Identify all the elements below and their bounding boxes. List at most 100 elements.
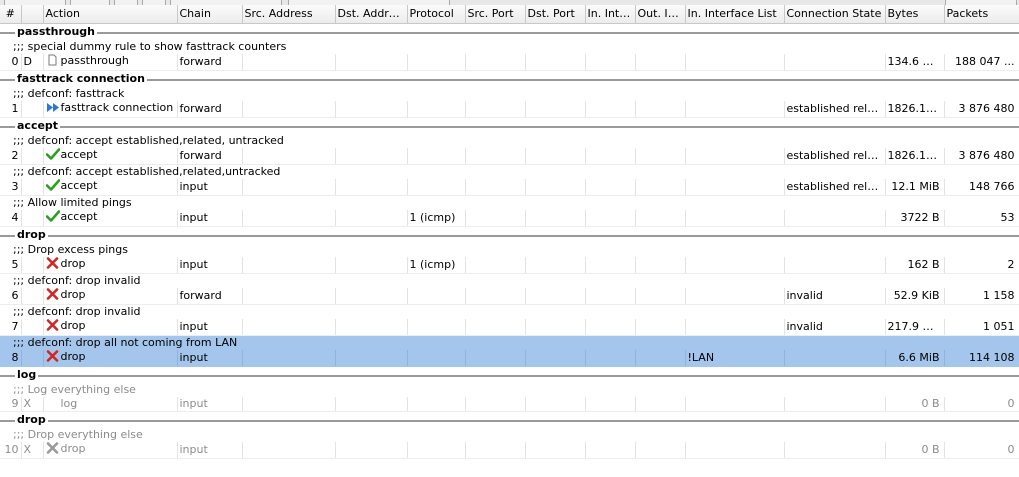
rule-comment-row[interactable]: ;;; Drop everything else: [0, 428, 1019, 442]
table-row[interactable]: 3 accept input established relate... 12.1 Mi…: [0, 179, 1019, 196]
group-header[interactable]: fasttrack connection: [0, 71, 1019, 88]
column-header[interactable]: #: [0, 5, 22, 24]
rule-dst-port: [525, 257, 586, 274]
rule-flag: [21, 319, 44, 336]
rule-comment: ;;; defconf: accept established,related,…: [13, 134, 284, 147]
rule-connection-state: established relate...: [784, 179, 886, 196]
group-header[interactable]: drop: [0, 412, 1019, 429]
rule-dst-address: [335, 179, 408, 196]
rule-comment-row[interactable]: ;;; Allow limited pings: [0, 196, 1019, 211]
rule-comment: ;;; Drop excess pings: [13, 243, 128, 256]
column-header[interactable]: Bytes: [885, 5, 945, 24]
table-row[interactable]: 1 fasttrack connection forward established …: [0, 101, 1019, 118]
rule-in-interface-list: [685, 397, 785, 412]
rule-src-address: [242, 350, 336, 367]
table-row[interactable]: 10 Xdrop input 0 B0: [0, 442, 1019, 459]
rule-comment-row[interactable]: ;;; defconf: drop invalid: [0, 305, 1019, 320]
rule-action-label: log: [60, 397, 78, 410]
rule-comment-row[interactable]: ;;; special dummy rule to show fasttrack…: [0, 40, 1019, 54]
rule-connection-state: established related: [784, 101, 886, 118]
rule-packets: 3 876 480: [944, 101, 1019, 118]
rule-comment-row[interactable]: ;;; Log everything else: [0, 383, 1019, 397]
rule-src-port: [465, 288, 526, 305]
rule-chain: input: [177, 319, 243, 336]
rule-dst-address: [335, 442, 408, 459]
table-row[interactable]: 9 Xlog input 0 B0: [0, 397, 1019, 412]
rule-src-port: [465, 442, 526, 459]
column-header[interactable]: Action: [43, 5, 178, 24]
rule-in-interface-list: [685, 101, 785, 118]
column-header[interactable]: Connection State: [784, 5, 886, 24]
group-header[interactable]: drop: [0, 227, 1019, 244]
rule-packets: 1 158: [944, 288, 1019, 305]
rule-bytes: 1826.1 MiB: [885, 101, 945, 118]
column-header[interactable]: Src. Address: [242, 5, 336, 24]
rule-action-label: accept: [60, 210, 98, 223]
column-header[interactable]: In. Interface List: [685, 5, 785, 24]
rule-comment-row[interactable]: ;;; defconf: accept established,related,…: [0, 134, 1019, 148]
group-label: drop: [15, 413, 48, 427]
rule-protocol: [407, 148, 466, 165]
rule-comment-row[interactable]: ;;; defconf: drop invalid: [0, 274, 1019, 289]
column-header[interactable]: Packets: [944, 5, 1019, 24]
rule-dst-address: [335, 350, 408, 367]
rule-chain: input: [177, 442, 243, 459]
column-header[interactable]: In. Inter...: [585, 5, 636, 24]
column-header[interactable]: Src. Port: [465, 5, 526, 24]
rule-packets: 188 047 ...: [944, 54, 1019, 71]
rule-connection-state: established relate...: [784, 148, 886, 165]
column-header[interactable]: Protocol: [407, 5, 466, 24]
rule-connection-state: [784, 210, 886, 227]
rule-action-label: drop: [60, 442, 86, 455]
rule-action: drop: [43, 442, 178, 459]
rule-number: 3: [0, 179, 22, 196]
group-header[interactable]: passthrough: [0, 24, 1019, 41]
rule-flag: [21, 350, 44, 367]
column-header[interactable]: Dst. Address: [335, 5, 408, 24]
column-header[interactable]: Chain: [177, 5, 243, 24]
group-divider: [0, 420, 1019, 422]
table-body: passthrough;;; special dummy rule to sho…: [0, 24, 1019, 459]
drop-x-icon: [46, 350, 60, 366]
rule-flag: [21, 179, 44, 196]
rule-out-interface: [635, 442, 686, 459]
column-header[interactable]: Out. Int...: [635, 5, 686, 24]
rule-number: 0: [0, 54, 22, 71]
table-row[interactable]: 5 drop input 1 (icmp) 162 B2: [0, 257, 1019, 274]
rule-src-address: [242, 148, 336, 165]
rule-action-label: passthrough: [60, 54, 129, 67]
group-header[interactable]: accept: [0, 118, 1019, 135]
rule-number: 4: [0, 210, 22, 227]
rule-comment-row[interactable]: ;;; defconf: fasttrack: [0, 87, 1019, 101]
rule-chain: input: [177, 257, 243, 274]
group-header[interactable]: log: [0, 367, 1019, 384]
rule-comment-row[interactable]: ;;; defconf: drop all not coming from LA…: [0, 335, 1019, 350]
rule-src-address: [242, 210, 336, 227]
rule-number: 10: [0, 442, 22, 459]
table-row[interactable]: 8 drop input !LAN 6.6 MiB 114 108: [0, 350, 1019, 367]
rule-bytes: 0 B: [885, 397, 945, 412]
rule-packets: 148 766: [944, 179, 1019, 196]
rule-comment-row[interactable]: ;;; Drop excess pings: [0, 243, 1019, 257]
rule-flag: X: [21, 397, 44, 412]
table-row[interactable]: 2 accept forward established relate... 1826.…: [0, 148, 1019, 165]
rule-action-label: accept: [60, 148, 98, 161]
table-row[interactable]: 0 Dpassthrough forward 134.6 GiB 188 047 ...: [0, 54, 1019, 71]
drop-x-icon: [46, 319, 60, 335]
table-row[interactable]: 6 drop forward invalid 52.9 KiB 1 158: [0, 288, 1019, 305]
rule-comment-row[interactable]: ;;; defconf: accept established,related,…: [0, 165, 1019, 180]
rule-action: accept: [43, 179, 178, 196]
rule-protocol: [407, 350, 466, 367]
rule-dst-port: [525, 148, 586, 165]
drop-x-gray-icon: [46, 442, 60, 458]
rule-dst-address: [335, 148, 408, 165]
rule-in-interface: [585, 288, 636, 305]
table-row[interactable]: 4 accept input 1 (icmp) 3722 B 53: [0, 210, 1019, 227]
rule-flag: [21, 148, 44, 165]
column-header[interactable]: Dst. Port: [525, 5, 586, 24]
rule-in-interface-list: [685, 210, 785, 227]
column-header[interactable]: [21, 5, 44, 24]
rule-src-address: [242, 397, 336, 412]
group-label: drop: [15, 228, 48, 242]
table-row[interactable]: 7 drop input invalid 217.9 KiB 1 051: [0, 319, 1019, 336]
